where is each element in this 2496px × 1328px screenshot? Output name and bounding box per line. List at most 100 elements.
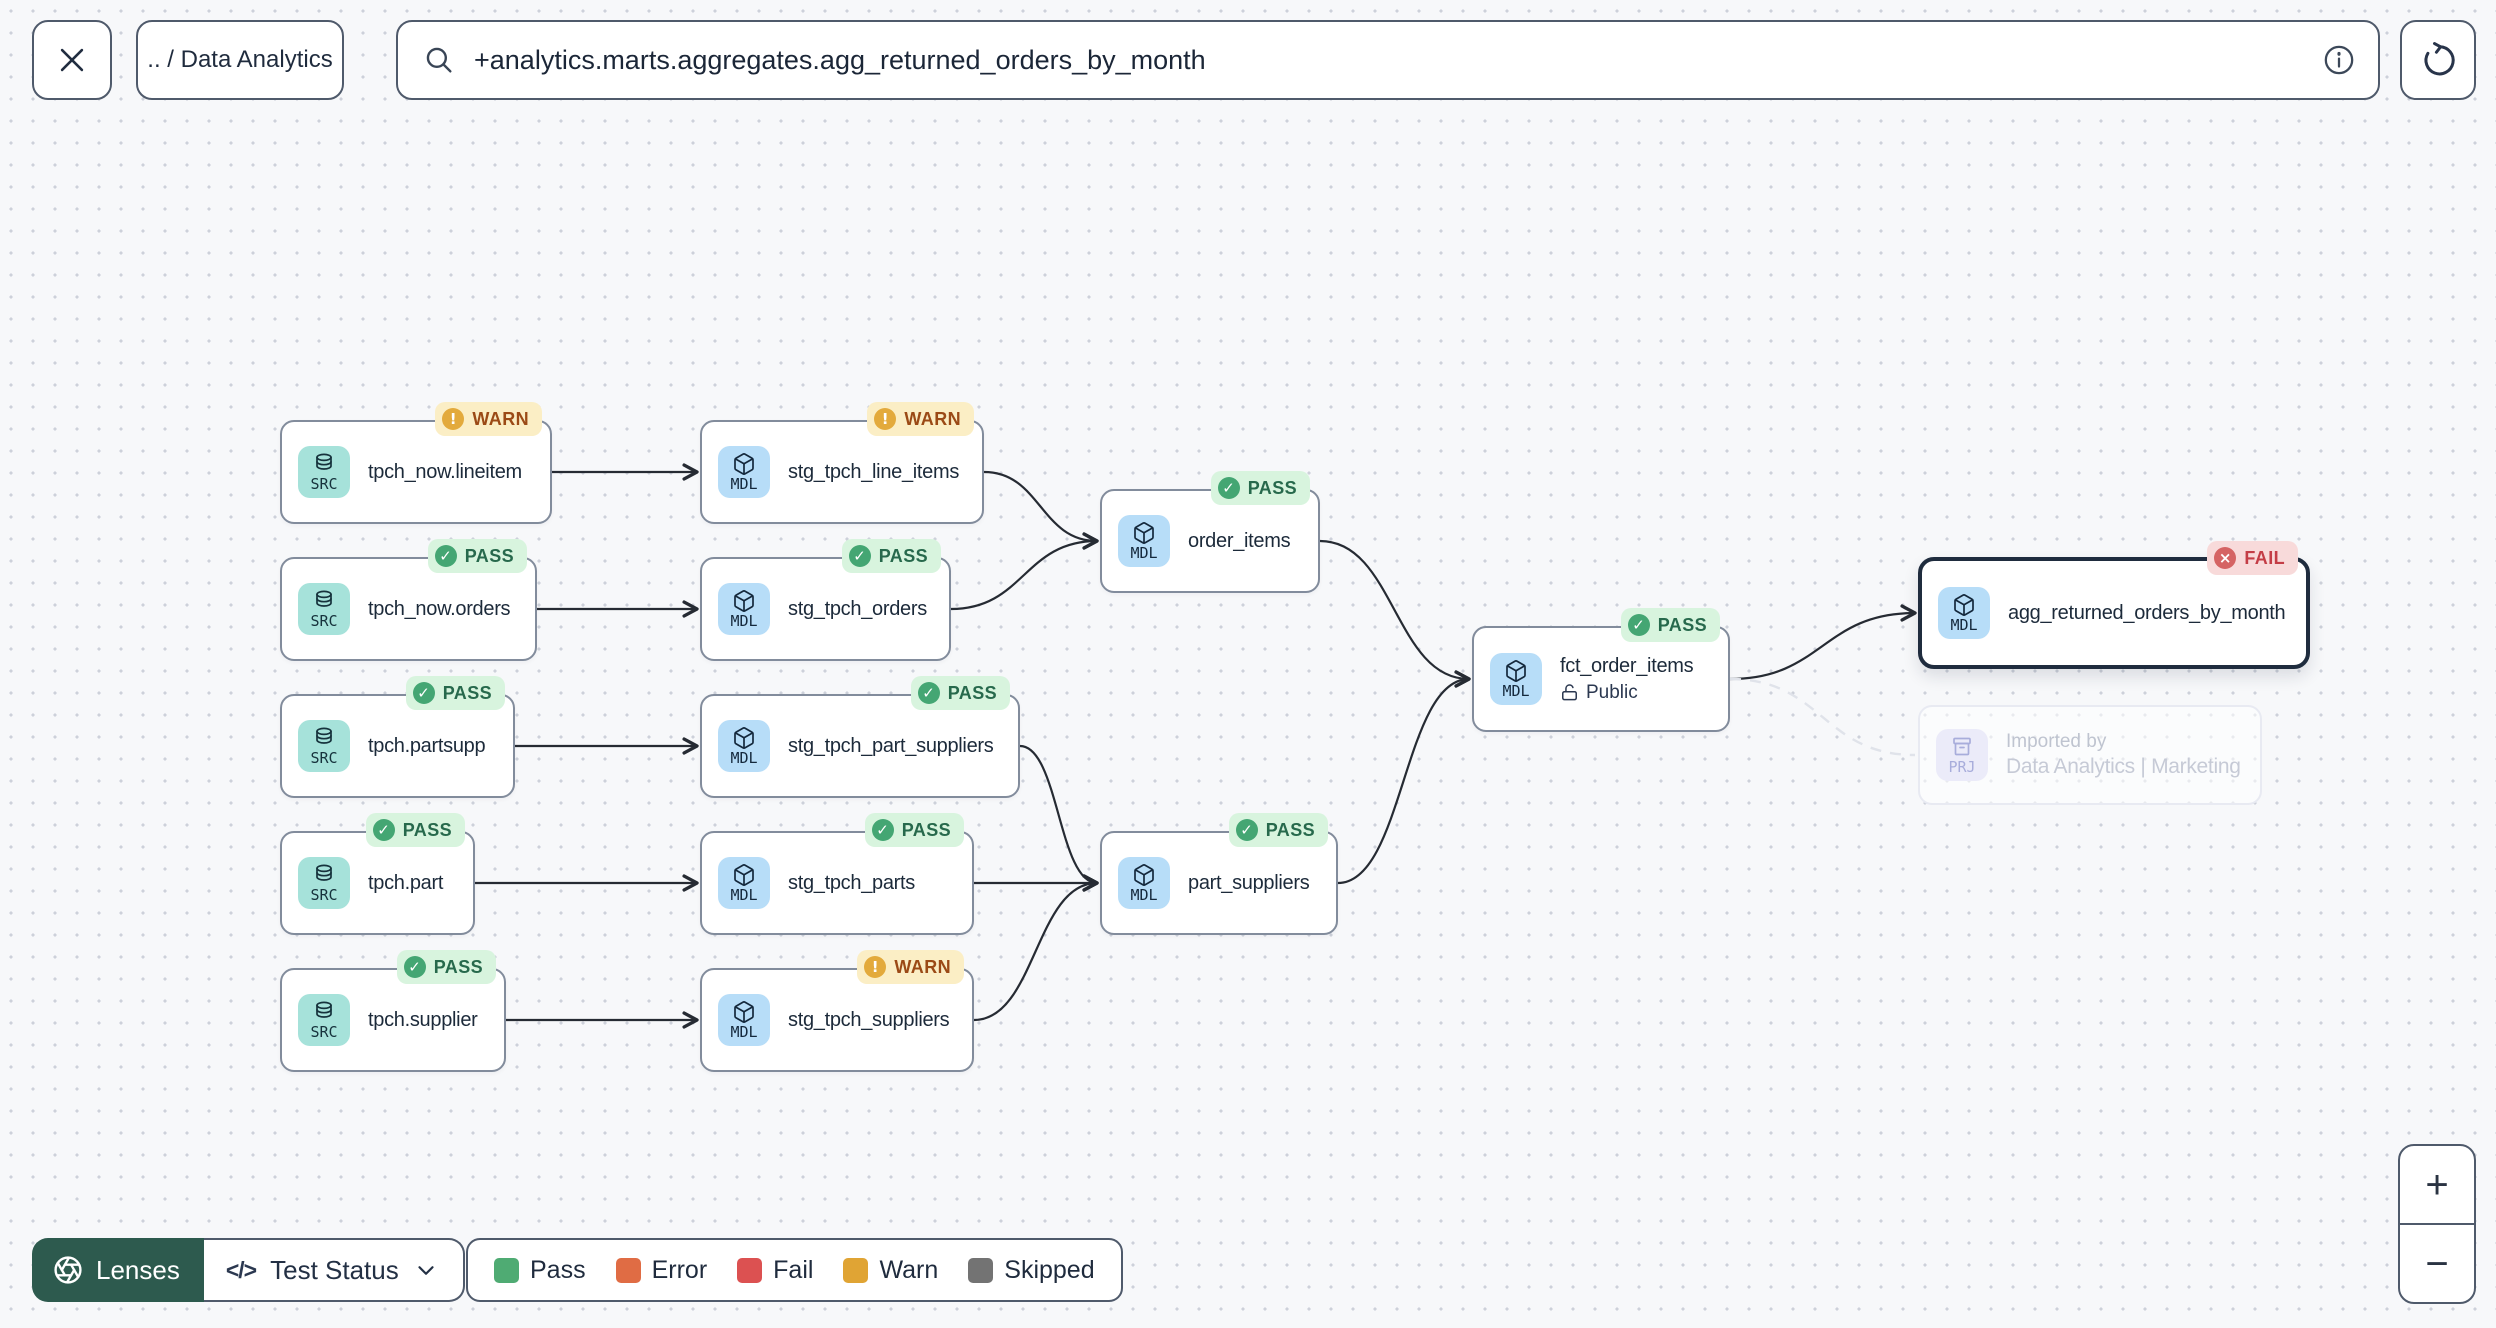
breadcrumb[interactable]: .. / Data Analytics bbox=[136, 20, 344, 100]
status-pass-icon: ✓ bbox=[1627, 614, 1650, 636]
legend-label: Skipped bbox=[1004, 1255, 1095, 1284]
node-type-label: SRC bbox=[310, 1022, 338, 1041]
graph-node-agg_returned_orders_by_month[interactable]: × FAIL MDL agg_returned_orders_by_month bbox=[1918, 541, 2310, 669]
node-type-label: MDL bbox=[730, 885, 758, 904]
graph-node-tpch_now_orders[interactable]: ✓ PASS SRC tpch_now.orders bbox=[280, 539, 537, 661]
node-text: order_items bbox=[1188, 530, 1291, 553]
status-label: WARN bbox=[894, 956, 951, 977]
graph-node-stg_tpch_part_suppliers[interactable]: ✓ PASS MDL stg_tpch_part_suppliers bbox=[700, 676, 1020, 798]
status-pass-icon: ✓ bbox=[372, 819, 395, 841]
status-pass-icon: ✓ bbox=[1235, 819, 1258, 841]
node-text: stg_tpch_line_items bbox=[788, 461, 959, 484]
node-label: stg_tpch_suppliers bbox=[788, 1008, 950, 1031]
node-label: part_suppliers bbox=[1188, 871, 1310, 894]
node-access-label: Public bbox=[1560, 682, 1693, 704]
graph-node-stg_tpch_line_items[interactable]: ! WARN MDL stg_tpch_line_items bbox=[700, 402, 984, 524]
node-type-badge-mdl: MDL bbox=[718, 857, 770, 909]
node-type-label: SRC bbox=[310, 611, 338, 630]
node-label: tpch_now.orders bbox=[368, 597, 511, 620]
node-type-badge-mdl: MDL bbox=[718, 446, 770, 498]
close-button[interactable] bbox=[32, 20, 112, 100]
model-icon bbox=[1954, 593, 1974, 616]
graph-node-tpch_partsupp[interactable]: ✓ PASS SRC tpch.partsupp bbox=[280, 676, 515, 798]
status-label: PASS bbox=[878, 545, 928, 566]
code-icon: </> bbox=[225, 1256, 257, 1283]
node-label: tpch.partsupp bbox=[368, 734, 486, 757]
node-text: part_suppliers bbox=[1188, 871, 1310, 895]
graph-edge bbox=[973, 874, 1099, 1022]
status-label: PASS bbox=[1265, 819, 1315, 840]
search-icon bbox=[426, 47, 452, 73]
graph-node-stg_tpch_parts[interactable]: ✓ PASS MDL stg_tpch_parts bbox=[700, 813, 974, 935]
legend-item-fail: Fail bbox=[737, 1256, 813, 1285]
node-text: fct_order_items Public bbox=[1560, 655, 1694, 704]
zoom-out-button[interactable]: − bbox=[2400, 1223, 2474, 1302]
status-label: PASS bbox=[442, 682, 492, 703]
status-label: PASS bbox=[464, 545, 514, 566]
node-type-label: MDL bbox=[1130, 885, 1158, 904]
status-badge-warn: ! WARN bbox=[435, 402, 542, 436]
database-icon bbox=[316, 453, 332, 470]
node-type-label: MDL bbox=[1950, 615, 1978, 634]
status-warn-icon: ! bbox=[864, 956, 887, 978]
refresh-button[interactable] bbox=[2400, 20, 2476, 100]
unlock-icon bbox=[1562, 684, 1577, 701]
status-label: WARN bbox=[472, 408, 529, 429]
node-type-label: MDL bbox=[1502, 681, 1530, 700]
legend-label: Pass bbox=[530, 1255, 586, 1284]
database-icon bbox=[316, 1001, 332, 1018]
legend-label: Error bbox=[651, 1255, 708, 1284]
graph-node-stg_tpch_suppliers[interactable]: ! WARN MDL stg_tpch_suppliers bbox=[700, 950, 974, 1072]
lenses-button[interactable]: Lenses bbox=[32, 1238, 204, 1302]
legend-swatch-pass bbox=[494, 1257, 519, 1283]
graph-node-stg_tpch_orders[interactable]: ✓ PASS MDL stg_tpch_orders bbox=[700, 539, 951, 661]
database-icon bbox=[316, 590, 332, 607]
info-icon[interactable] bbox=[2322, 43, 2356, 77]
node-type-badge-mdl: MDL bbox=[718, 583, 770, 635]
lens-selector-label: Test Status bbox=[270, 1254, 399, 1285]
node-label: tpch.part bbox=[368, 871, 444, 894]
status-badge-pass: ✓ PASS bbox=[427, 539, 527, 573]
node-type-label: SRC bbox=[310, 474, 338, 493]
graph-edge bbox=[1337, 670, 1471, 885]
chevron-down-icon bbox=[418, 1266, 434, 1275]
status-warn-icon: ! bbox=[442, 408, 465, 430]
node-label: stg_tpch_orders bbox=[788, 597, 927, 620]
graph-edge-dashed bbox=[1729, 677, 1916, 757]
graph-node-imported_by_marketing[interactable]: PRJ Imported by Data Analytics | Marketing bbox=[1918, 705, 2262, 805]
node-text: Imported by Data Analytics | Marketing bbox=[2006, 731, 2241, 779]
legend-item-pass: Pass bbox=[494, 1256, 586, 1285]
node-text: stg_tpch_orders bbox=[788, 598, 927, 621]
graph-node-fct_order_items[interactable]: ✓ PASS MDL fct_order_items Public bbox=[1472, 608, 1730, 732]
graph-node-tpch_now_lineitem[interactable]: ! WARN SRC tpch_now.lineitem bbox=[280, 402, 552, 524]
test-status-legend: Pass Error Fail Warn Skipped bbox=[466, 1238, 1123, 1302]
graph-edge bbox=[983, 470, 1099, 550]
graph-node-tpch_part[interactable]: ✓ PASS SRC tpch.part bbox=[280, 813, 475, 935]
lens-selector[interactable]: </> Test Status bbox=[203, 1238, 465, 1302]
legend-swatch-skipped bbox=[968, 1257, 994, 1283]
status-badge-warn: ! WARN bbox=[857, 950, 964, 984]
status-pass-icon: ✓ bbox=[412, 682, 435, 704]
status-badge-pass: ✓ PASS bbox=[1620, 608, 1720, 642]
graph-edge bbox=[1319, 539, 1471, 688]
node-text: stg_tpch_parts bbox=[788, 872, 915, 895]
node-overtitle: Imported by bbox=[2006, 731, 2107, 752]
status-pass-icon: ✓ bbox=[917, 682, 940, 704]
graph-node-part_suppliers[interactable]: ✓ PASS MDL part_suppliers bbox=[1100, 813, 1338, 935]
graph-edge bbox=[1019, 744, 1099, 892]
node-text: stg_tpch_suppliers bbox=[788, 1008, 950, 1032]
node-type-label: MDL bbox=[730, 474, 758, 493]
graph-node-order_items[interactable]: ✓ PASS MDL order_items bbox=[1100, 471, 1320, 593]
graph-node-tpch_supplier[interactable]: ✓ PASS SRC tpch.supplier bbox=[280, 950, 506, 1072]
close-icon bbox=[60, 48, 84, 72]
zoom-in-button[interactable]: + bbox=[2400, 1146, 2474, 1223]
node-type-badge-src: SRC bbox=[298, 720, 350, 772]
status-label: PASS bbox=[433, 956, 483, 977]
node-type-label: MDL bbox=[1130, 543, 1158, 562]
status-badge-pass: ✓ PASS bbox=[396, 950, 496, 984]
node-label: agg_returned_orders_by_month bbox=[2008, 601, 2286, 624]
node-type-badge-mdl: MDL bbox=[718, 720, 770, 772]
node-text: tpch_now.orders bbox=[368, 597, 511, 621]
search-input[interactable] bbox=[474, 44, 2304, 76]
status-badge-pass: ✓ PASS bbox=[864, 813, 964, 847]
